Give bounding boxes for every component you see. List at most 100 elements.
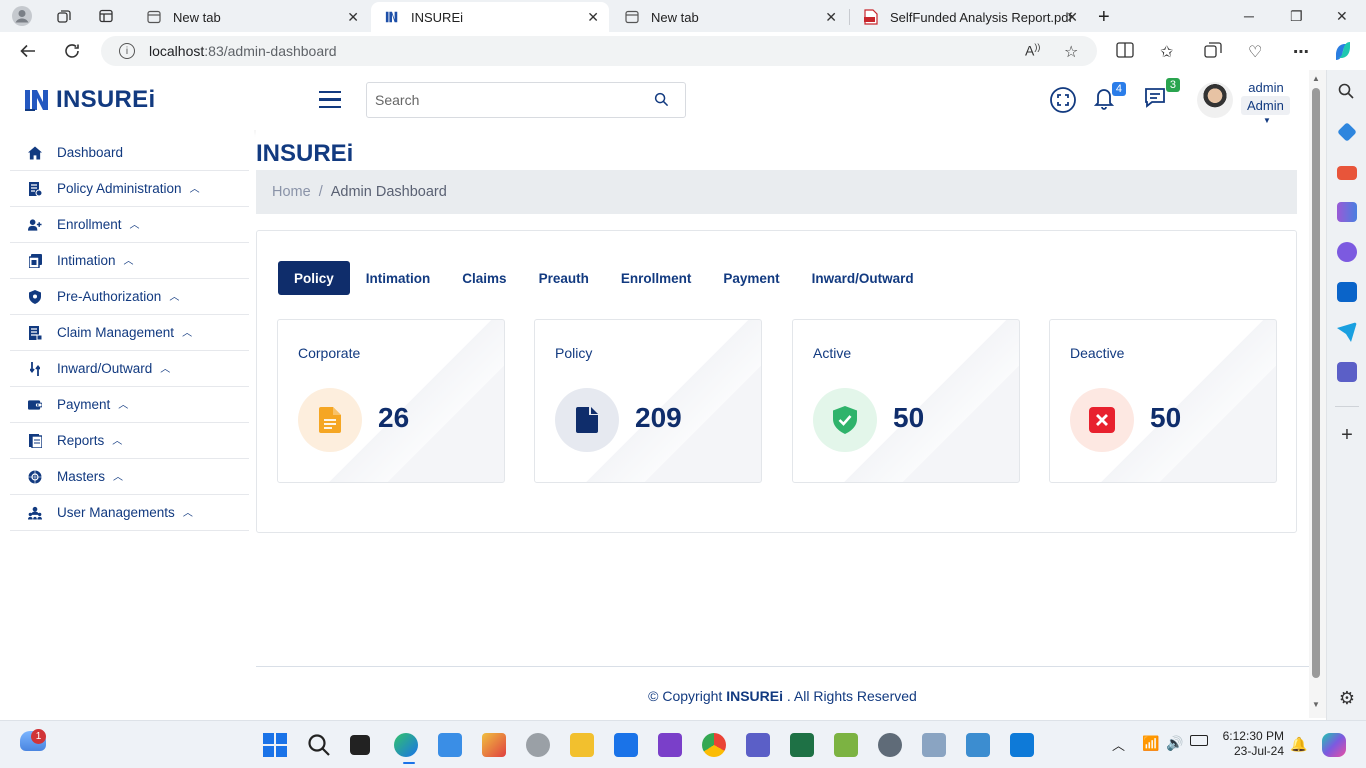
browser-tab-active[interactable]: INSUREi ✕ xyxy=(371,2,609,32)
refresh-icon[interactable] xyxy=(62,41,82,61)
sidebar-item-reports[interactable]: Reports ︿ xyxy=(10,423,249,459)
sidebar-item-pre-authorization[interactable]: Pre-Authorization ︿ xyxy=(10,279,249,315)
browser-tab[interactable]: New tab ✕ xyxy=(611,2,847,32)
app-icon[interactable] xyxy=(482,733,506,757)
volume-icon[interactable]: 🔊 xyxy=(1166,735,1183,752)
profile-icon[interactable] xyxy=(10,4,34,28)
stat-card-deactive[interactable]: Deactive 50 xyxy=(1049,319,1277,483)
tools-icon[interactable] xyxy=(1337,166,1357,180)
tab-policy[interactable]: Policy xyxy=(278,261,350,295)
tab-enrollment[interactable]: Enrollment xyxy=(605,261,708,295)
sidebar-item-policy-administration[interactable]: Policy Administration ︿ xyxy=(10,171,249,207)
vscode-icon[interactable] xyxy=(1010,733,1034,757)
teams-icon[interactable] xyxy=(1337,362,1357,382)
chrome-icon[interactable] xyxy=(702,733,726,757)
minimize-icon[interactable]: ─ xyxy=(1244,8,1254,24)
sidebar-item-claim-management[interactable]: Claim Management ︿ xyxy=(10,315,249,351)
notifications-bell-icon[interactable]: 4 xyxy=(1093,82,1126,115)
sidebar-item-masters[interactable]: Masters ︿ xyxy=(10,459,249,495)
stat-card-active[interactable]: Active 50 xyxy=(792,319,1020,483)
search-icon[interactable] xyxy=(654,92,669,110)
send-icon[interactable] xyxy=(1337,322,1357,342)
app-icon[interactable] xyxy=(966,733,990,757)
chevron-up-icon[interactable]: ︿ xyxy=(112,432,122,447)
taskbar-search-icon[interactable] xyxy=(307,733,331,757)
add-icon[interactable]: + xyxy=(1337,425,1357,446)
app-icon[interactable] xyxy=(526,733,550,757)
copilot-icon[interactable] xyxy=(1332,40,1354,67)
favorite-star-icon[interactable]: ☆ xyxy=(1064,42,1078,62)
task-view-icon[interactable] xyxy=(350,735,370,755)
file-explorer-icon[interactable] xyxy=(570,733,594,757)
stat-card-corporate[interactable]: Corporate 26 xyxy=(277,319,505,483)
sidebar-item-enrollment[interactable]: Enrollment ︿ xyxy=(10,207,249,243)
app-icon[interactable] xyxy=(438,733,462,757)
site-info-icon[interactable]: i xyxy=(119,43,135,59)
collections-icon[interactable] xyxy=(1204,42,1222,63)
chevron-up-icon[interactable]: ︿ xyxy=(169,288,179,303)
chevron-up-icon[interactable]: ︿ xyxy=(124,252,134,267)
brand-logo[interactable]: INSUREi xyxy=(24,86,155,114)
tab-payment[interactable]: Payment xyxy=(707,261,795,295)
notepad-icon[interactable] xyxy=(614,733,638,757)
messages-icon[interactable]: 3 xyxy=(1144,78,1180,113)
chevron-up-icon[interactable]: ︿ xyxy=(113,468,123,483)
excel-icon[interactable] xyxy=(790,733,814,757)
chevron-up-icon[interactable]: ︿ xyxy=(118,396,128,411)
browser-tab[interactable]: SelfFunded Analysis Report.pdf ✕ xyxy=(850,2,1088,32)
scrollbar-thumb[interactable] xyxy=(1312,88,1320,678)
more-options-icon[interactable]: ⋯ xyxy=(1293,42,1309,62)
sidebar-item-inward-outward[interactable]: Inward/Outward ︿ xyxy=(10,351,249,387)
user-menu-caret-icon[interactable]: ▼ xyxy=(1263,116,1271,125)
sidebar-item-user-managements[interactable]: User Managements ︿ xyxy=(10,495,249,531)
chevron-up-icon[interactable]: ︿ xyxy=(182,324,192,339)
microsoft365-icon[interactable] xyxy=(1337,242,1357,262)
scroll-down-icon[interactable]: ▼ xyxy=(1312,700,1320,709)
fullscreen-icon[interactable] xyxy=(1049,86,1077,119)
address-bar[interactable]: i localhost:83/admin-dashboard xyxy=(101,36,1097,66)
sidebar-item-dashboard[interactable]: Dashboard xyxy=(10,135,249,171)
system-clock[interactable]: 6:12:30 PM 23-Jul-24 xyxy=(1218,729,1284,759)
chevron-up-icon[interactable]: ︿ xyxy=(130,216,140,231)
copilot-taskbar-icon[interactable] xyxy=(1322,733,1346,757)
avatar[interactable] xyxy=(1197,82,1233,118)
visual-studio-icon[interactable] xyxy=(658,733,682,757)
scroll-up-icon[interactable]: ▲ xyxy=(1312,74,1320,83)
close-tab-icon[interactable]: ✕ xyxy=(587,9,599,26)
browser-essentials-icon[interactable]: ♡ xyxy=(1248,42,1262,62)
notification-bell-icon[interactable]: 🔔 xyxy=(1290,736,1307,753)
chevron-up-icon[interactable]: ︿ xyxy=(160,360,170,375)
shopping-tag-icon[interactable] xyxy=(1337,122,1357,142)
teams-taskbar-icon[interactable] xyxy=(746,733,770,757)
chevron-up-icon[interactable]: ︿ xyxy=(183,504,193,519)
battery-icon[interactable] xyxy=(1190,735,1208,746)
page-scrollbar[interactable]: ▲ ▼ xyxy=(1309,70,1326,718)
tab-intimation[interactable]: Intimation xyxy=(350,261,447,295)
close-tab-icon[interactable]: ✕ xyxy=(347,9,359,26)
edge-taskbar-icon[interactable] xyxy=(394,733,418,757)
tab-claims[interactable]: Claims xyxy=(446,261,522,295)
browser-tab[interactable]: New tab ✕ xyxy=(133,2,369,32)
search-input[interactable] xyxy=(375,92,645,108)
settings-gear-icon[interactable]: ⚙ xyxy=(1337,688,1357,708)
favorites-icon[interactable]: ✩ xyxy=(1160,42,1173,62)
search-icon[interactable] xyxy=(1337,82,1357,102)
tab-inward-outward[interactable]: Inward/Outward xyxy=(796,261,930,295)
close-window-icon[interactable]: ✕ xyxy=(1336,8,1348,25)
outlook-icon[interactable] xyxy=(1337,282,1357,302)
start-icon[interactable] xyxy=(263,733,287,757)
stat-card-policy[interactable]: Policy 209 xyxy=(534,319,762,483)
games-icon[interactable] xyxy=(1337,202,1357,222)
wifi-icon[interactable]: 📶 xyxy=(1142,735,1159,752)
close-tab-icon[interactable]: ✕ xyxy=(1066,9,1078,26)
workspaces-icon[interactable] xyxy=(52,4,76,28)
settings-taskbar-icon[interactable] xyxy=(878,733,902,757)
breadcrumb-home-link[interactable]: Home xyxy=(272,184,311,200)
chevron-up-icon[interactable]: ︿ xyxy=(190,180,200,195)
restore-icon[interactable]: ❐ xyxy=(1290,8,1303,25)
split-screen-icon[interactable] xyxy=(1116,42,1134,63)
read-aloud-icon[interactable]: A)) xyxy=(1025,42,1040,59)
user-name[interactable]: admin xyxy=(1244,80,1288,95)
back-icon[interactable] xyxy=(18,41,38,61)
sidebar-item-intimation[interactable]: Intimation ︿ xyxy=(10,243,249,279)
